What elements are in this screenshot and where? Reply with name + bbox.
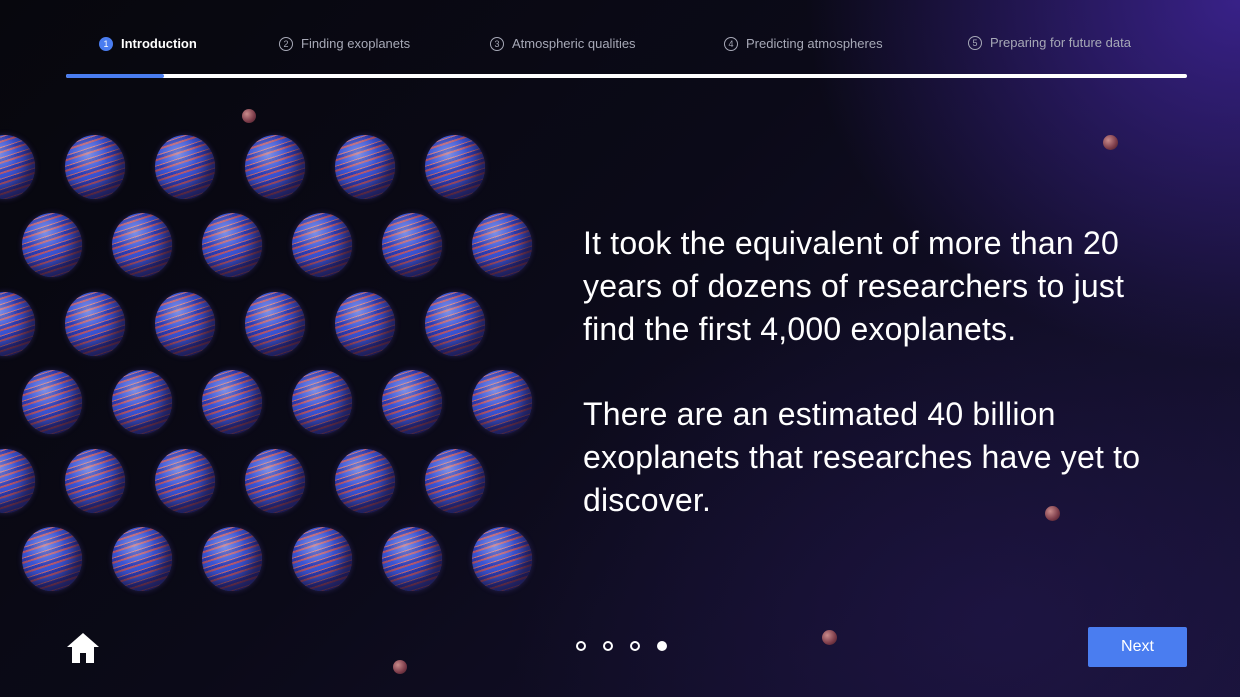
planet-decoration [382,370,442,434]
step-navigation: 1 Introduction 2 Finding exoplanets 3 At… [0,35,1240,60]
planet-decoration [0,292,35,356]
planet-decoration [382,527,442,591]
planet-decoration [335,449,395,513]
step-preparing-future-data[interactable]: 5 Preparing for future data [968,35,1131,50]
step-label: Atmospheric qualities [512,36,636,51]
progress-fill [66,74,164,78]
planet-decoration [472,213,532,277]
moon-decoration [242,109,256,123]
step-label: Predicting atmospheres [746,36,883,51]
step-predicting-atmospheres[interactable]: 4 Predicting atmospheres [724,36,883,51]
moon-decoration [822,630,837,645]
planet-decoration [22,213,82,277]
next-button[interactable]: Next [1088,627,1187,667]
planet-decoration [0,449,35,513]
planet-decoration [292,213,352,277]
planet-decoration [292,527,352,591]
home-icon [67,633,99,663]
step-number: 5 [968,35,982,50]
planet-decoration [202,213,262,277]
step-number: 2 [279,36,293,51]
pagination-dot[interactable] [603,641,613,651]
planet-decoration [22,527,82,591]
planet-decoration [112,370,172,434]
step-label: Preparing for future data [990,35,1131,50]
moon-decoration [393,660,407,674]
planet-decoration [425,449,485,513]
step-introduction[interactable]: 1 Introduction [99,36,197,51]
planet-decoration [65,292,125,356]
planet-decoration [202,370,262,434]
planet-decoration [112,213,172,277]
planet-decoration [22,370,82,434]
planet-decoration [245,135,305,199]
planet-decoration [472,527,532,591]
planet-decoration [245,449,305,513]
planet-decoration [335,135,395,199]
planet-decoration [65,449,125,513]
step-number: 3 [490,36,504,51]
moon-decoration [1103,135,1118,150]
planet-decoration [382,213,442,277]
planet-decoration [245,292,305,356]
pagination-dot[interactable] [657,641,667,651]
planet-decoration [155,135,215,199]
content-paragraph-2: There are an estimated 40 billion exopla… [583,396,1141,518]
planet-decoration [155,292,215,356]
planet-decoration [335,292,395,356]
step-label: Finding exoplanets [301,36,411,51]
pagination-dots [576,641,667,651]
planet-decoration [155,449,215,513]
pagination-dot[interactable] [630,641,640,651]
main-content: It took the equivalent of more than 20 y… [583,222,1183,522]
step-label: Introduction [121,36,197,51]
planet-decoration [425,292,485,356]
pagination-dot[interactable] [576,641,586,651]
planet-decoration [65,135,125,199]
planet-illustration [0,120,560,600]
planet-decoration [425,135,485,199]
planet-decoration [202,527,262,591]
progress-bar [66,74,1187,78]
planet-decoration [112,527,172,591]
planet-decoration [0,135,35,199]
step-number: 4 [724,36,738,51]
step-number: 1 [99,36,113,51]
step-finding-exoplanets[interactable]: 2 Finding exoplanets [279,36,410,51]
step-atmospheric-qualities[interactable]: 3 Atmospheric qualities [490,36,636,51]
home-button[interactable] [64,630,102,666]
planet-decoration [292,370,352,434]
planet-decoration [472,370,532,434]
content-paragraph-1: It took the equivalent of more than 20 y… [583,225,1125,347]
